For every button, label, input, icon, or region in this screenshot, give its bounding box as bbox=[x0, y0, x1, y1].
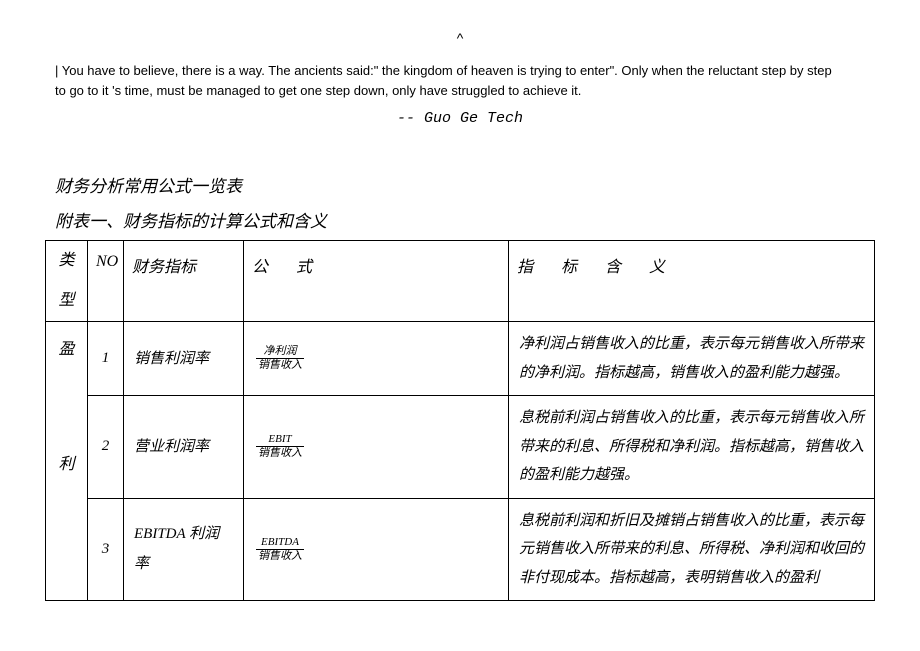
intro-line2: to go to it 's time, must be managed to … bbox=[55, 83, 581, 98]
fraction-denominator: 销售收入 bbox=[256, 359, 304, 372]
header-indicator: 财务指标 bbox=[124, 241, 244, 322]
top-caret: ^ bbox=[45, 30, 875, 46]
type-char-2: 利 bbox=[46, 457, 87, 483]
author-attribution: -- Guo Ge Tech bbox=[45, 110, 875, 127]
row-indicator: 销售利润率 bbox=[124, 322, 244, 396]
title-main: 财务分析常用公式一览表 bbox=[45, 172, 875, 197]
table-header-row: 类 型 NO 财务指标 公 式 指 标 含 义 bbox=[46, 241, 875, 322]
row-indicator: EBITDA 利润率 bbox=[124, 498, 244, 601]
header-formula: 公 式 bbox=[244, 241, 509, 322]
row-meaning: 息税前利润和折旧及摊销占销售收入的比重，表示每元销售收入所带来的利息、所得税、净… bbox=[509, 498, 875, 601]
intro-paragraph: | You have to believe, there is a way. T… bbox=[45, 61, 875, 100]
header-meaning: 指 标 含 义 bbox=[509, 241, 875, 322]
row-no: 1 bbox=[88, 322, 124, 396]
header-type: 类 型 bbox=[46, 241, 88, 322]
type-char-1: 盈 bbox=[46, 332, 87, 358]
row-no: 3 bbox=[88, 498, 124, 601]
fraction-denominator: 销售收入 bbox=[256, 447, 304, 460]
table-row: 2 营业利润率 EBIT 销售收入 息税前利润占销售收入的比重，表示每元销售收入… bbox=[46, 396, 875, 499]
header-type-top: 类 bbox=[58, 252, 74, 269]
table-row: 盈 利 1 销售利润率 净利润 销售收入 净利润占销售收入的比重，表示每元销售收… bbox=[46, 322, 875, 396]
row-indicator: 营业利润率 bbox=[124, 396, 244, 499]
fraction: EBITDA 销售收入 bbox=[256, 536, 304, 563]
type-cell: 盈 利 bbox=[46, 322, 88, 601]
row-meaning: 息税前利润占销售收入的比重，表示每元销售收入所带来的利息、所得税和净利润。指标越… bbox=[509, 396, 875, 499]
fraction: 净利润 销售收入 bbox=[256, 345, 304, 372]
row-no: 2 bbox=[88, 396, 124, 499]
row-formula: 净利润 销售收入 bbox=[244, 322, 509, 396]
fraction-numerator: EBITDA bbox=[256, 536, 304, 550]
header-type-bottom: 型 bbox=[58, 292, 74, 309]
intro-line1: | You have to believe, there is a way. T… bbox=[55, 63, 832, 78]
row-meaning: 净利润占销售收入的比重，表示每元销售收入所带来的净利润。指标越高，销售收入的盈利… bbox=[509, 322, 875, 396]
fraction-numerator: 净利润 bbox=[256, 345, 304, 359]
title-sub: 附表一、财务指标的计算公式和含义 bbox=[45, 207, 875, 232]
fraction: EBIT 销售收入 bbox=[256, 433, 304, 460]
row-formula: EBIT 销售收入 bbox=[244, 396, 509, 499]
fraction-numerator: EBIT bbox=[256, 433, 304, 447]
row-formula: EBITDA 销售收入 bbox=[244, 498, 509, 601]
financial-indicators-table: 类 型 NO 财务指标 公 式 指 标 含 义 盈 利 1 销售利润率 净利润 … bbox=[45, 240, 875, 601]
fraction-denominator: 销售收入 bbox=[256, 550, 304, 563]
header-no: NO bbox=[88, 241, 124, 322]
table-row: 3 EBITDA 利润率 EBITDA 销售收入 息税前利润和折旧及摊销占销售收… bbox=[46, 498, 875, 601]
